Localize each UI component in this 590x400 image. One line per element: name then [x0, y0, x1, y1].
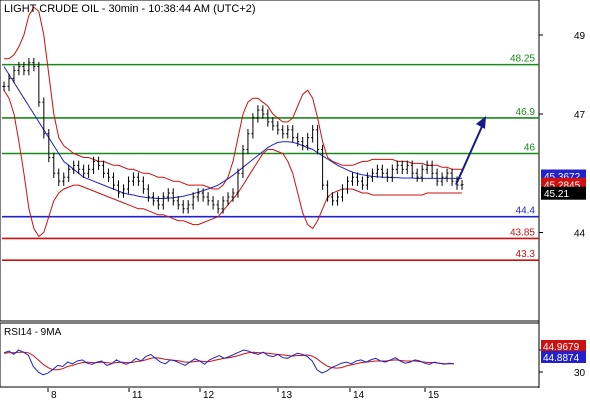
x-tick-label: 14 — [353, 390, 365, 400]
price-tag-label: 45.21 — [544, 189, 569, 200]
price-panel-frame — [0, 0, 540, 322]
rsi-panel-frame — [0, 322, 540, 388]
y-tick-label: 47 — [574, 110, 586, 121]
chart-canvas: 48.2546.94644.443.8543.349474445.367245.… — [0, 0, 586, 400]
x-tick-label: 12 — [203, 390, 215, 400]
x-tick-label: 11 — [132, 390, 143, 400]
rsi-title: RSI14 - 9MA — [4, 327, 62, 338]
x-tick-label: 13 — [281, 390, 293, 400]
level-label: 43.3 — [516, 249, 536, 260]
level-label: 43.85 — [510, 227, 535, 238]
chart-title: LIGHT CRUDE OIL - 30min - 10:38:44 AM (U… — [4, 3, 256, 15]
y-tick-label: 44 — [574, 229, 586, 240]
x-tick-label: 8 — [51, 390, 57, 400]
level-label: 46 — [524, 143, 536, 154]
rsi-tick-label: 30 — [574, 368, 586, 379]
level-label: 48.25 — [510, 54, 535, 65]
x-tick-label: 15 — [428, 390, 440, 400]
y-tick-label: 49 — [574, 31, 586, 42]
level-label: 44.4 — [516, 206, 536, 217]
level-label: 46.9 — [516, 107, 536, 118]
rsi-tag-label: 44.8874 — [543, 353, 580, 364]
